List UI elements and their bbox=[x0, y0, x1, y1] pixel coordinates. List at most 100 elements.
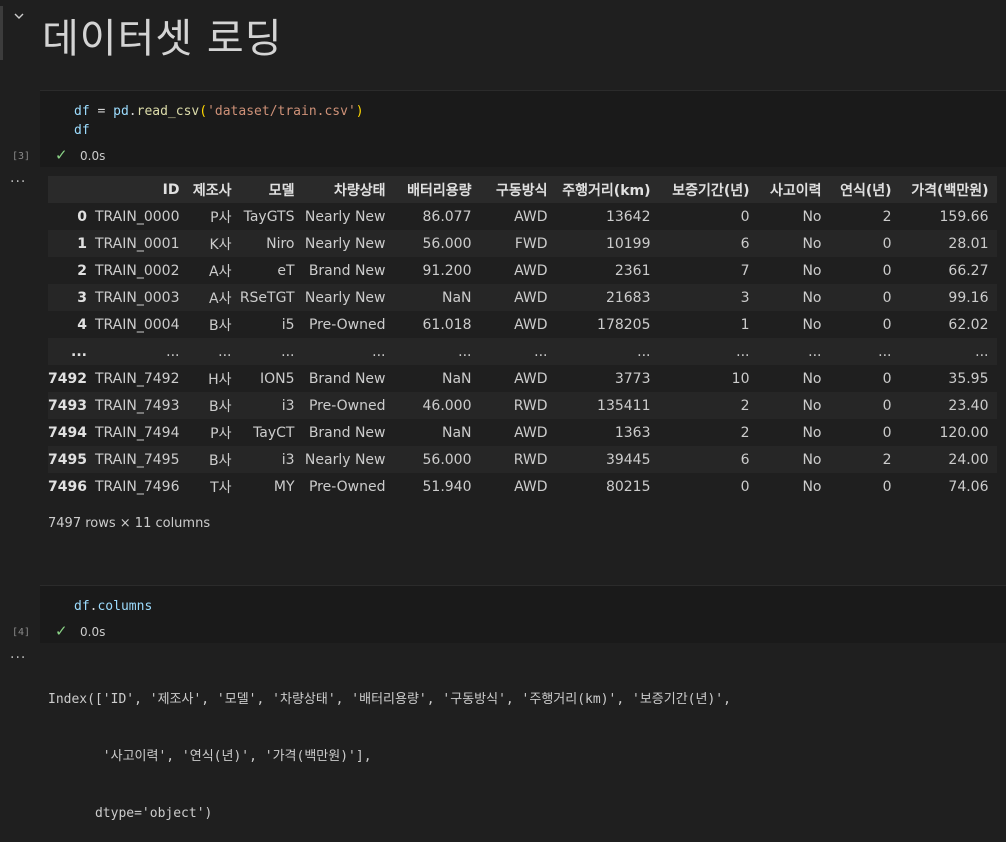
output-menu-icon[interactable]: ··· bbox=[10, 650, 26, 666]
table-cell: 62.02 bbox=[948, 316, 989, 333]
table-cell: ... bbox=[166, 343, 180, 360]
table-row: 7495 TRAIN_7495 B사 i3 Nearly New 56.000 RWD 394… bbox=[48, 446, 997, 473]
chevron-down-icon[interactable] bbox=[13, 10, 27, 30]
table-cell: AWD bbox=[514, 478, 548, 495]
row-index: 7495 bbox=[48, 451, 87, 468]
table-cell: Nearly New bbox=[304, 451, 386, 468]
table-cell: 6 bbox=[740, 451, 750, 468]
table-cell: P사 bbox=[210, 209, 232, 226]
table-row: 2 TRAIN_0002 A사 eT Brand New 91.200 AWD 2361 7 No… bbox=[48, 257, 997, 284]
cell-focus-bar bbox=[0, 6, 3, 60]
table-cell: ... bbox=[975, 343, 989, 360]
table-cell: 91.200 bbox=[422, 262, 472, 279]
table-row: 1 TRAIN_0001 K사 Niro Nearly New 56.000 FWD 1019… bbox=[48, 230, 997, 257]
table-cell: 3 bbox=[740, 289, 750, 306]
table-cell: Brand New bbox=[308, 262, 386, 279]
table-cell: ... bbox=[458, 343, 472, 360]
table-row: 7493 TRAIN_7493 B사 i3 Pre-Owned 46.000 RWD 1354… bbox=[48, 392, 997, 419]
table-cell: 39445 bbox=[605, 451, 651, 468]
table-cell: No bbox=[802, 316, 822, 333]
table-cell: ... bbox=[218, 343, 232, 360]
column-header: 모델 bbox=[268, 182, 295, 199]
code-token: read_csv bbox=[136, 104, 200, 119]
table-cell: AWD bbox=[514, 208, 548, 225]
table-cell: TRAIN_7496 bbox=[94, 478, 180, 495]
table-cell: B사 bbox=[209, 452, 232, 469]
table-cell: 7 bbox=[740, 262, 750, 279]
table-cell: 0 bbox=[882, 370, 892, 387]
column-header: 차량상태 bbox=[333, 182, 386, 199]
table-row: 0 TRAIN_0000 P사 TayGTS Nearly New 86.077 AWD 13… bbox=[48, 203, 997, 230]
table-cell: 2 bbox=[882, 208, 892, 225]
table-cell: FWD bbox=[514, 235, 548, 252]
table-cell: B사 bbox=[209, 398, 232, 415]
table-cell: ... bbox=[534, 343, 548, 360]
execution-count: [3] bbox=[12, 151, 31, 162]
column-header: 보증기간(년) bbox=[672, 182, 750, 199]
code-line-1[interactable]: df = pd.read_csv('dataset/train.csv') bbox=[74, 104, 364, 119]
code-token: = bbox=[89, 104, 114, 119]
table-cell: i3 bbox=[281, 397, 295, 414]
table-cell: 21683 bbox=[605, 289, 651, 306]
table-cell: 2 bbox=[740, 424, 750, 441]
row-index: 4 bbox=[77, 316, 87, 333]
markdown-heading: 데이터셋 로딩 bbox=[42, 16, 283, 62]
table-cell: ... bbox=[281, 343, 295, 360]
table-cell: 66.27 bbox=[948, 262, 989, 279]
code-cell-1[interactable] bbox=[40, 90, 1006, 167]
table-cell: 178205 bbox=[597, 316, 651, 333]
code-token: 'dataset/train.csv' bbox=[207, 104, 356, 119]
table-cell: 86.077 bbox=[422, 208, 472, 225]
table-cell: 56.000 bbox=[422, 451, 472, 468]
table-cell: i3 bbox=[281, 451, 295, 468]
table-cell: AWD bbox=[514, 424, 548, 441]
table-cell: 35.95 bbox=[948, 370, 989, 387]
column-header: ID bbox=[162, 181, 180, 198]
table-cell: ... bbox=[808, 343, 822, 360]
table-cell: T사 bbox=[210, 479, 232, 496]
table-cell: TayCT bbox=[253, 424, 295, 441]
output-menu-icon[interactable]: ··· bbox=[10, 174, 26, 190]
table-cell: No bbox=[802, 478, 822, 495]
column-header: 구동방식 bbox=[495, 182, 548, 199]
check-icon: ✓ bbox=[55, 146, 68, 164]
code-token: ) bbox=[355, 104, 364, 119]
table-cell: TRAIN_7494 bbox=[94, 424, 180, 441]
code-token: df bbox=[74, 104, 90, 119]
output-line: '사고이력', '연식(년)', '가격(백만원)'], bbox=[48, 749, 372, 764]
table-cell: NaN bbox=[441, 289, 472, 306]
table-cell: 1 bbox=[740, 316, 750, 333]
column-header: 배터리용량 bbox=[407, 182, 472, 199]
table-cell: No bbox=[802, 451, 822, 468]
column-header: 사고이력 bbox=[769, 182, 822, 199]
execution-count: [4] bbox=[12, 627, 31, 638]
table-cell: ... bbox=[736, 343, 750, 360]
row-index: 0 bbox=[77, 208, 87, 225]
column-header: 제조사 bbox=[192, 182, 232, 199]
table-cell: A사 bbox=[209, 263, 232, 280]
table-row: 7496 TRAIN_7496 T사 MY Pre-Owned 51.940 AWD 8021… bbox=[48, 473, 997, 500]
table-cell: 0 bbox=[882, 316, 892, 333]
table-cell: H사 bbox=[208, 371, 232, 388]
table-cell: i5 bbox=[281, 316, 295, 333]
row-index: 1 bbox=[77, 235, 87, 252]
table-cell: No bbox=[802, 235, 822, 252]
code-line-2[interactable]: df bbox=[74, 123, 90, 138]
table-cell: RWD bbox=[513, 451, 548, 468]
table-cell: AWD bbox=[514, 316, 548, 333]
table-cell: TRAIN_7495 bbox=[94, 451, 180, 468]
table-cell: 99.16 bbox=[948, 289, 989, 306]
output-line: Index(['ID', '제조사', '모델', '차량상태', '배터리용량… bbox=[48, 692, 731, 707]
code-cell-2[interactable] bbox=[40, 585, 1006, 643]
table-cell: 120.00 bbox=[939, 424, 989, 441]
table-cell: RWD bbox=[513, 397, 548, 414]
table-cell: 10 bbox=[731, 370, 750, 387]
table-cell: TRAIN_0002 bbox=[94, 262, 180, 279]
table-cell: No bbox=[802, 397, 822, 414]
table-cell: 74.06 bbox=[948, 478, 989, 495]
code-line-1[interactable]: df.columns bbox=[74, 599, 152, 614]
code-token: pd bbox=[113, 104, 129, 119]
column-header: 연식(년) bbox=[840, 182, 892, 199]
dataframe-shape: 7497 rows × 11 columns bbox=[48, 516, 211, 531]
execution-time: 0.0s bbox=[80, 149, 106, 163]
